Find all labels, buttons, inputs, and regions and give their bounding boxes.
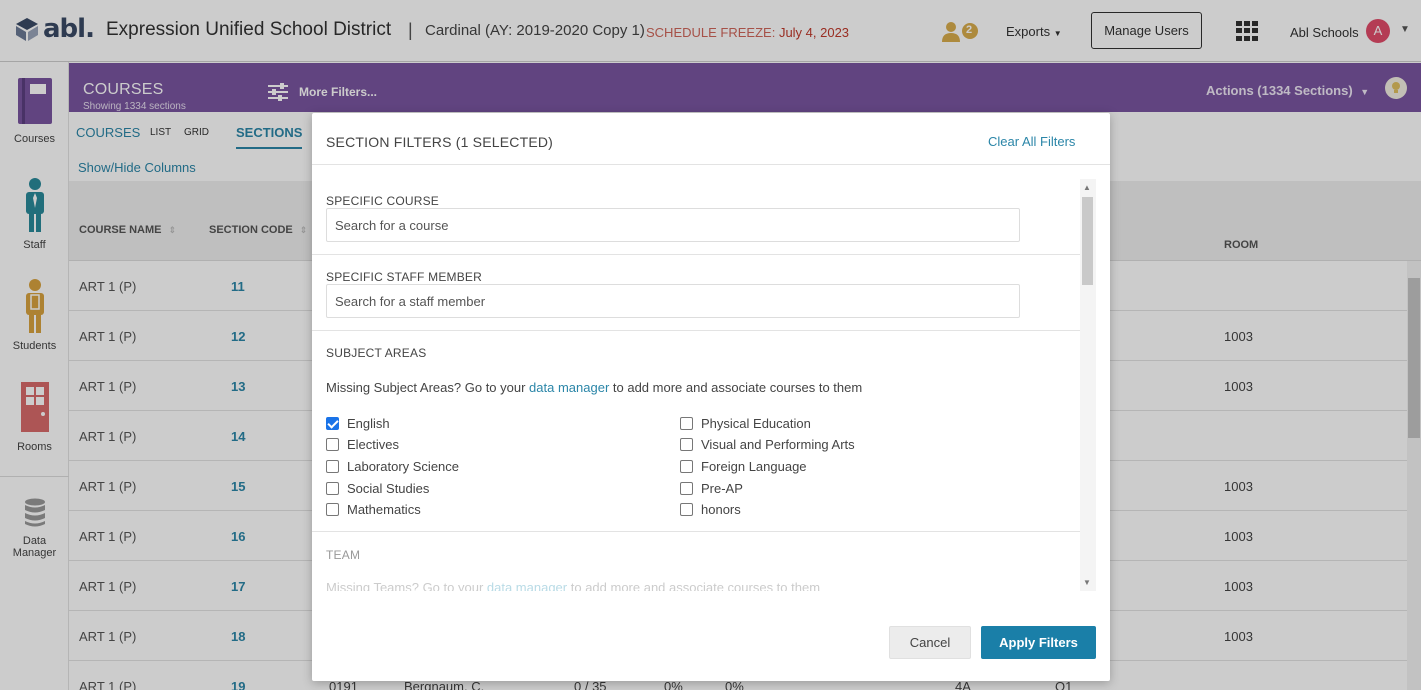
- clear-all-filters-link[interactable]: Clear All Filters: [988, 134, 1075, 149]
- checkbox[interactable]: [680, 417, 693, 430]
- checkbox[interactable]: [680, 482, 693, 495]
- checkbox[interactable]: [680, 503, 693, 516]
- checkbox-label: Foreign Language: [701, 459, 807, 474]
- subject-checkbox-english[interactable]: English: [326, 416, 390, 431]
- subject-checkbox-physical-education[interactable]: Physical Education: [680, 416, 811, 431]
- checkbox-label: English: [347, 416, 390, 431]
- checkbox[interactable]: [680, 438, 693, 451]
- specific-course-label: SPECIFIC COURSE: [326, 194, 440, 208]
- data-manager-link[interactable]: data manager: [529, 380, 609, 395]
- checkbox-label: Social Studies: [347, 481, 430, 496]
- checkbox-label: Physical Education: [701, 416, 811, 431]
- checkbox-label: honors: [701, 502, 741, 517]
- checkbox[interactable]: [680, 460, 693, 473]
- scroll-up-icon[interactable]: ▲: [1083, 183, 1091, 192]
- subject-checkbox-pre-ap[interactable]: Pre-AP: [680, 481, 743, 496]
- checkbox[interactable]: [326, 438, 339, 451]
- modal-title: SECTION FILTERS (1 SELECTED): [326, 134, 554, 150]
- subject-checkbox-laboratory-science[interactable]: Laboratory Science: [326, 459, 459, 474]
- section-divider: [312, 330, 1080, 331]
- course-search-input[interactable]: [326, 208, 1020, 242]
- cancel-button[interactable]: Cancel: [889, 626, 971, 659]
- subject-checkbox-visual-performing-arts[interactable]: Visual and Performing Arts: [680, 437, 855, 452]
- modal-scrollbar-thumb[interactable]: [1082, 197, 1093, 285]
- missing-team-note: Missing Teams? Go to your data manager t…: [326, 580, 820, 591]
- specific-staff-label: SPECIFIC STAFF MEMBER: [326, 270, 482, 284]
- staff-search-input[interactable]: [326, 284, 1020, 318]
- section-filters-modal: SECTION FILTERS (1 SELECTED) Clear All F…: [312, 113, 1110, 681]
- note-text: to add more and associate courses to the…: [609, 380, 863, 395]
- checkbox-label: Visual and Performing Arts: [701, 437, 855, 452]
- subject-checkbox-honors[interactable]: honors: [680, 502, 741, 517]
- section-divider: [312, 254, 1080, 255]
- checkbox[interactable]: [326, 482, 339, 495]
- modal-backdrop-top: [0, 0, 1421, 63]
- checkbox-label: Laboratory Science: [347, 459, 460, 474]
- modal-body: SPECIFIC COURSE SPECIFIC STAFF MEMBER SU…: [312, 165, 1096, 591]
- checkbox[interactable]: [326, 503, 339, 516]
- checkbox-label: Electives: [347, 437, 400, 452]
- checkbox[interactable]: [326, 460, 339, 473]
- checkbox[interactable]: [326, 417, 339, 430]
- checkbox-label: Pre-AP: [701, 481, 743, 496]
- subject-areas-label: SUBJECT AREAS: [326, 346, 427, 360]
- data-manager-link[interactable]: data manager: [487, 580, 567, 591]
- checkbox-label: Mathematics: [347, 502, 421, 517]
- scroll-down-icon[interactable]: ▼: [1083, 578, 1091, 587]
- subject-checkbox-foreign-language[interactable]: Foreign Language: [680, 459, 807, 474]
- subject-checkbox-social-studies[interactable]: Social Studies: [326, 481, 429, 496]
- subject-checkbox-mathematics[interactable]: Mathematics: [326, 502, 421, 517]
- apply-filters-button[interactable]: Apply Filters: [981, 626, 1096, 659]
- note-text: to add more and associate courses to the…: [567, 580, 821, 591]
- note-text: Missing Teams? Go to your: [326, 580, 487, 591]
- section-divider: [312, 531, 1080, 532]
- team-label: TEAM: [326, 548, 361, 562]
- subject-checkbox-electives[interactable]: Electives: [326, 437, 399, 452]
- note-text: Missing Subject Areas? Go to your: [326, 380, 530, 395]
- missing-subject-note: Missing Subject Areas? Go to your data m…: [326, 380, 862, 395]
